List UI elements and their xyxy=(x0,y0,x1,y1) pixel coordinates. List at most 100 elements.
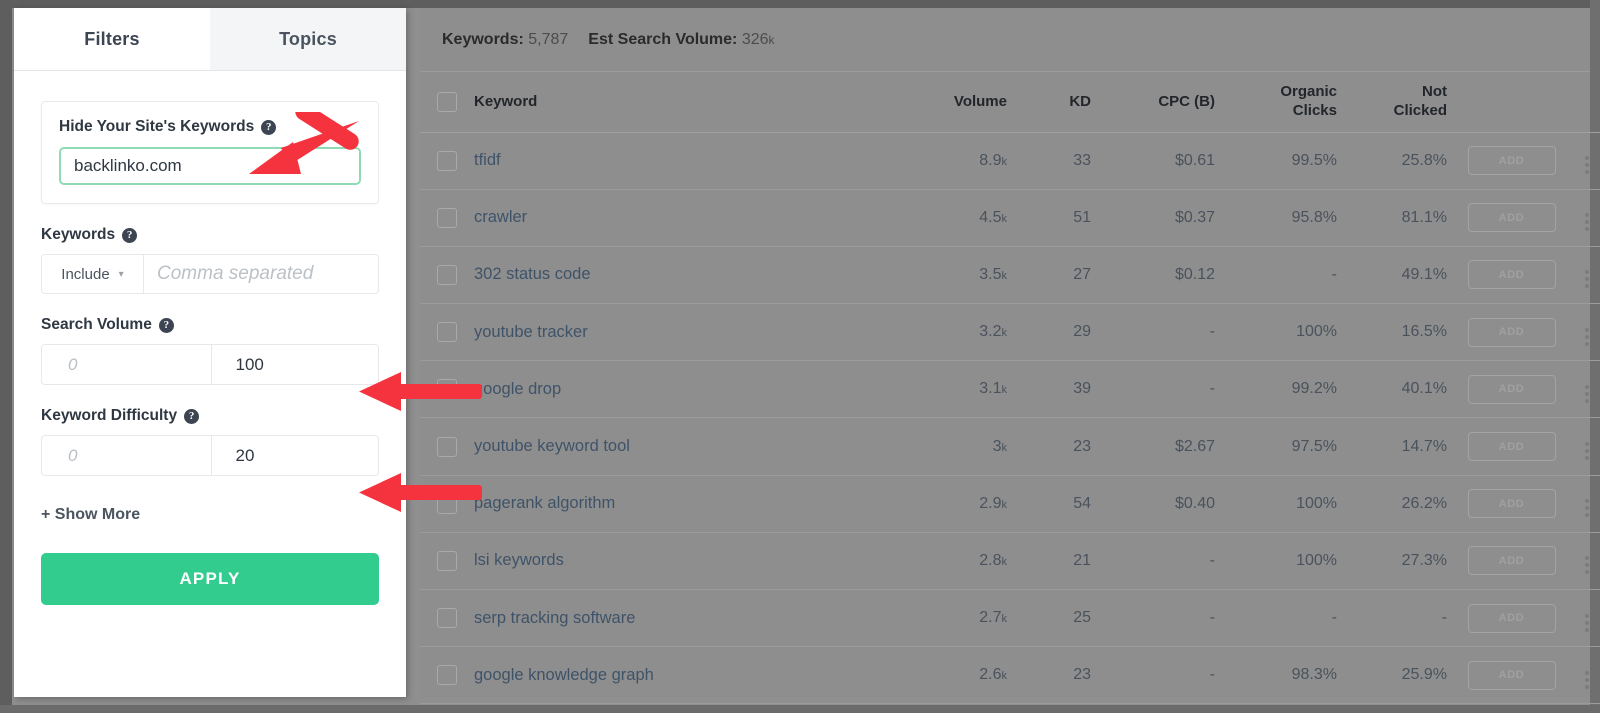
row-checkbox-cell[interactable] xyxy=(420,532,474,589)
help-icon[interactable]: ? xyxy=(261,120,276,135)
table-row[interactable]: crawler4.5k51$0.3795.8%81.1%ADD xyxy=(420,189,1600,246)
row-keyword-cell[interactable]: google drop xyxy=(474,361,895,418)
search-volume-max-input[interactable]: 100 xyxy=(211,345,379,384)
row-menu-cell[interactable] xyxy=(1564,304,1600,361)
row-add-cell[interactable]: ADD xyxy=(1459,189,1564,246)
header-kd[interactable]: KD xyxy=(1017,72,1103,132)
row-keyword-cell[interactable]: tfidf xyxy=(474,132,895,189)
add-keyword-button[interactable]: ADD xyxy=(1468,318,1556,347)
row-keyword-cell[interactable]: pagerank algorithm xyxy=(474,475,895,532)
row-keyword-cell[interactable]: lsi keywords xyxy=(474,532,895,589)
row-checkbox-cell[interactable] xyxy=(420,647,474,704)
header-organic-clicks[interactable]: Organic Clicks xyxy=(1227,72,1349,132)
add-keyword-button[interactable]: ADD xyxy=(1468,489,1556,518)
row-menu-cell[interactable] xyxy=(1564,132,1600,189)
row-menu-cell[interactable] xyxy=(1564,361,1600,418)
row-add-cell[interactable]: ADD xyxy=(1459,132,1564,189)
keyword-link[interactable]: youtube tracker xyxy=(474,323,588,341)
row-checkbox-cell[interactable] xyxy=(420,132,474,189)
row-menu-cell[interactable] xyxy=(1564,246,1600,303)
table-row[interactable]: youtube keyword tool3k23$2.6797.5%14.7%A… xyxy=(420,418,1600,475)
keyword-link[interactable]: google knowledge graph xyxy=(474,666,654,684)
more-options-icon[interactable] xyxy=(1585,499,1589,517)
add-keyword-button[interactable]: ADD xyxy=(1468,604,1556,633)
row-add-cell[interactable]: ADD xyxy=(1459,246,1564,303)
keyword-link[interactable]: crawler xyxy=(474,208,527,226)
more-options-icon[interactable] xyxy=(1585,614,1589,632)
search-volume-min-input[interactable]: 0 xyxy=(42,345,211,384)
header-volume[interactable]: Volume xyxy=(895,72,1017,132)
row-checkbox[interactable] xyxy=(437,494,457,514)
keywords-mode-select[interactable]: Include ▾ xyxy=(42,255,144,293)
add-keyword-button[interactable]: ADD xyxy=(1468,146,1556,175)
more-options-icon[interactable] xyxy=(1585,556,1589,574)
help-icon[interactable]: ? xyxy=(184,409,199,424)
row-keyword-cell[interactable]: youtube tracker xyxy=(474,304,895,361)
keyword-link[interactable]: tfidf xyxy=(474,151,501,169)
row-checkbox[interactable] xyxy=(437,208,457,228)
add-keyword-button[interactable]: ADD xyxy=(1468,432,1556,461)
row-checkbox[interactable] xyxy=(437,151,457,171)
show-more-link[interactable]: + Show More xyxy=(41,506,379,524)
row-menu-cell[interactable] xyxy=(1564,647,1600,704)
row-checkbox[interactable] xyxy=(437,437,457,457)
row-keyword-cell[interactable]: crawler xyxy=(474,189,895,246)
row-menu-cell[interactable] xyxy=(1564,532,1600,589)
row-checkbox-cell[interactable] xyxy=(420,246,474,303)
row-checkbox[interactable] xyxy=(437,608,457,628)
row-checkbox-cell[interactable] xyxy=(420,590,474,647)
table-row[interactable]: pagerank algorithm2.9k54$0.40100%26.2%AD… xyxy=(420,475,1600,532)
hide-site-keywords-input[interactable]: backlinko.com xyxy=(59,147,361,185)
row-checkbox[interactable] xyxy=(437,379,457,399)
keyword-difficulty-max-input[interactable]: 20 xyxy=(211,436,379,475)
row-keyword-cell[interactable]: 302 status code xyxy=(474,246,895,303)
row-keyword-cell[interactable]: youtube keyword tool xyxy=(474,418,895,475)
help-icon[interactable]: ? xyxy=(122,228,137,243)
header-keyword[interactable]: Keyword xyxy=(474,72,895,132)
row-keyword-cell[interactable]: google knowledge graph xyxy=(474,647,895,704)
row-add-cell[interactable]: ADD xyxy=(1459,590,1564,647)
add-keyword-button[interactable]: ADD xyxy=(1468,260,1556,289)
row-menu-cell[interactable] xyxy=(1564,475,1600,532)
row-checkbox-cell[interactable] xyxy=(420,361,474,418)
table-row[interactable]: tfidf8.9k33$0.6199.5%25.8%ADD xyxy=(420,132,1600,189)
table-row[interactable]: 302 status code3.5k27$0.12-49.1%ADD xyxy=(420,246,1600,303)
keyword-link[interactable]: pagerank algorithm xyxy=(474,494,615,512)
add-keyword-button[interactable]: ADD xyxy=(1468,546,1556,575)
table-row[interactable]: lsi keywords2.8k21-100%27.3%ADD xyxy=(420,532,1600,589)
more-options-icon[interactable] xyxy=(1585,270,1589,288)
select-all-checkbox[interactable] xyxy=(437,92,457,112)
header-not-clicked[interactable]: Not Clicked xyxy=(1349,72,1459,132)
row-keyword-cell[interactable]: serp tracking software xyxy=(474,590,895,647)
help-icon[interactable]: ? xyxy=(159,318,174,333)
row-add-cell[interactable]: ADD xyxy=(1459,361,1564,418)
add-keyword-button[interactable]: ADD xyxy=(1468,203,1556,232)
add-keyword-button[interactable]: ADD xyxy=(1468,375,1556,404)
row-checkbox[interactable] xyxy=(437,665,457,685)
more-options-icon[interactable] xyxy=(1585,328,1589,346)
keyword-link[interactable]: 302 status code xyxy=(474,265,591,283)
header-cpc[interactable]: CPC (B) xyxy=(1103,72,1227,132)
table-row[interactable]: google knowledge graph2.6k23-98.3%25.9%A… xyxy=(420,647,1600,704)
more-options-icon[interactable] xyxy=(1585,385,1589,403)
more-options-icon[interactable] xyxy=(1585,213,1589,231)
row-add-cell[interactable]: ADD xyxy=(1459,647,1564,704)
table-row[interactable]: google drop3.1k39-99.2%40.1%ADD xyxy=(420,361,1600,418)
row-add-cell[interactable]: ADD xyxy=(1459,532,1564,589)
keyword-link[interactable]: google drop xyxy=(474,380,561,398)
row-menu-cell[interactable] xyxy=(1564,189,1600,246)
table-row[interactable]: youtube tracker3.2k29-100%16.5%ADD xyxy=(420,304,1600,361)
tab-filters[interactable]: Filters xyxy=(14,8,210,70)
keyword-link[interactable]: lsi keywords xyxy=(474,551,564,569)
row-menu-cell[interactable] xyxy=(1564,418,1600,475)
row-menu-cell[interactable] xyxy=(1564,590,1600,647)
row-checkbox-cell[interactable] xyxy=(420,304,474,361)
table-row[interactable]: serp tracking software2.7k25---ADD xyxy=(420,590,1600,647)
row-checkbox-cell[interactable] xyxy=(420,418,474,475)
row-add-cell[interactable]: ADD xyxy=(1459,304,1564,361)
row-checkbox-cell[interactable] xyxy=(420,189,474,246)
tab-topics[interactable]: Topics xyxy=(210,8,406,70)
keyword-link[interactable]: serp tracking software xyxy=(474,609,635,627)
header-select-all[interactable] xyxy=(420,72,474,132)
keyword-difficulty-min-input[interactable]: 0 xyxy=(42,436,211,475)
